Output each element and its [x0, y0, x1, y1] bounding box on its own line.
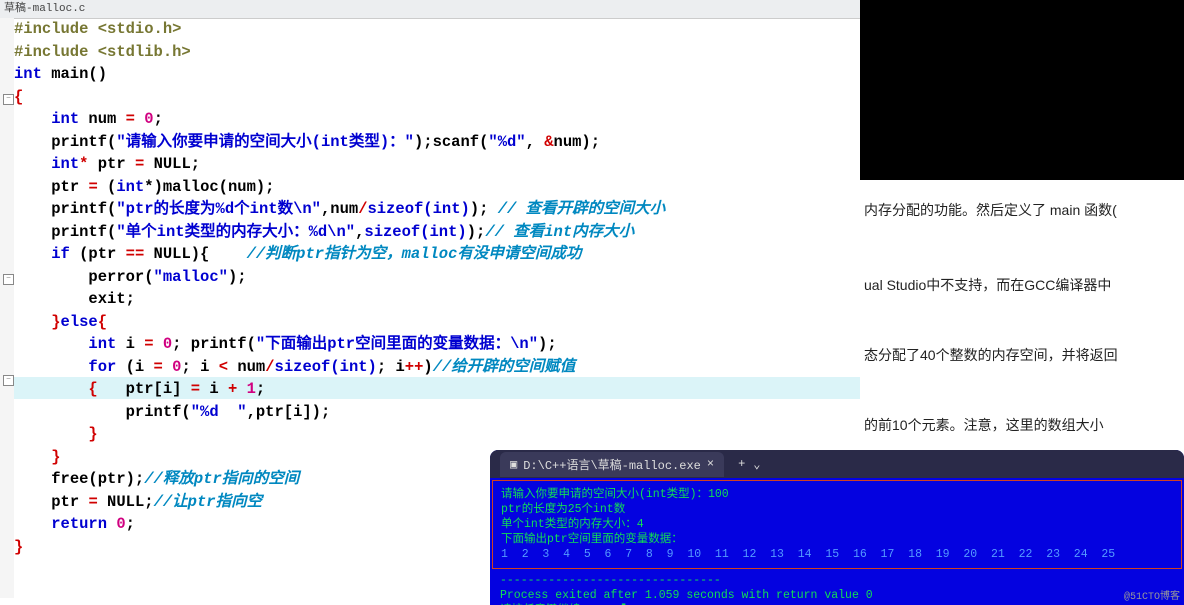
terminal-titlebar[interactable]: ▣ D:\C++语言\草稿-malloc.exe × + ⌄: [490, 450, 1184, 478]
fold-icon[interactable]: −: [3, 274, 14, 285]
terminal-window[interactable]: ▣ D:\C++语言\草稿-malloc.exe × + ⌄ 请输入你要申请的空…: [490, 450, 1184, 605]
watermark: @51CTO博客: [1124, 587, 1180, 603]
article-line: ual Studio中不支持，而在GCC编译器中: [864, 275, 1111, 295]
terminal-tab-label: D:\C++语言\草稿-malloc.exe: [523, 456, 701, 473]
article-line: 态分配了40个整数的内存空间，并将返回: [864, 345, 1118, 365]
terminal-icon: ▣: [510, 457, 517, 472]
new-tab-button[interactable]: +: [730, 457, 753, 471]
fold-icon[interactable]: −: [3, 375, 14, 386]
terminal-tab[interactable]: ▣ D:\C++语言\草稿-malloc.exe ×: [500, 452, 724, 477]
right-black-box: [860, 0, 1184, 180]
chevron-down-icon[interactable]: ⌄: [753, 457, 760, 472]
close-icon[interactable]: ×: [707, 457, 714, 471]
terminal-footer: -------------------------------- Process…: [490, 571, 1184, 605]
article-line: 的前10个元素。注意，这里的数组大小: [864, 415, 1104, 435]
gutter: − − −: [0, 18, 14, 598]
article-line: 内存分配的功能。然后定义了 main 函数(: [864, 200, 1117, 220]
fold-icon[interactable]: −: [3, 94, 14, 105]
file-tab-label: 草稿-malloc.c: [4, 3, 85, 15]
terminal-output: 请输入你要申请的空间大小(int类型)：100 ptr的长度为25个int数 单…: [492, 480, 1182, 569]
